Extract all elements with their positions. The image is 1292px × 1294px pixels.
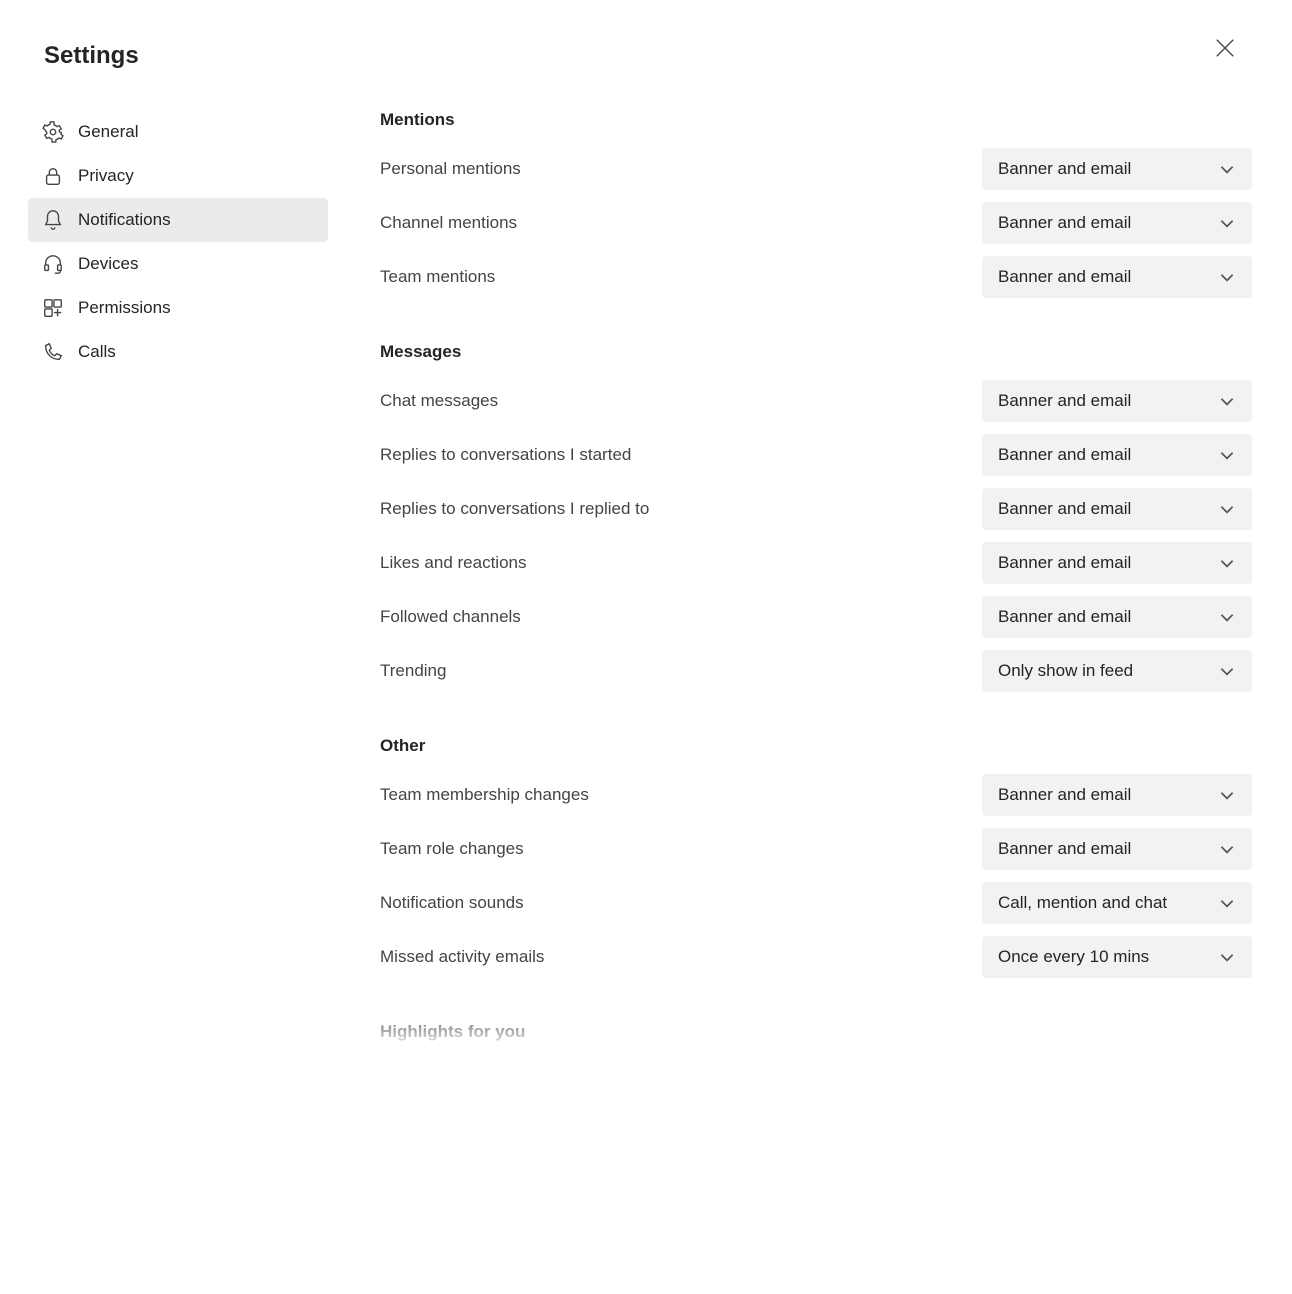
chevron-down-icon xyxy=(1218,608,1236,626)
dropdown-team-mentions[interactable]: Banner and email xyxy=(982,256,1252,298)
dropdown-value: Banner and email xyxy=(998,445,1131,465)
setting-row: Personal mentions Banner and email xyxy=(380,142,1252,196)
setting-row: Team role changes Banner and email xyxy=(380,822,1252,876)
sidebar-item-label: Devices xyxy=(78,254,138,274)
chevron-down-icon xyxy=(1218,160,1236,178)
sidebar-item-calls[interactable]: Calls xyxy=(28,330,328,374)
dropdown-value: Only show in feed xyxy=(998,661,1133,681)
dropdown-value: Banner and email xyxy=(998,553,1131,573)
setting-label: Followed channels xyxy=(380,607,521,627)
dropdown-value: Once every 10 mins xyxy=(998,947,1149,967)
setting-label: Replies to conversations I started xyxy=(380,445,631,465)
headset-icon xyxy=(42,253,64,275)
dropdown-trending[interactable]: Only show in feed xyxy=(982,650,1252,692)
setting-row: Notification sounds Call, mention and ch… xyxy=(380,876,1252,930)
dropdown-replies-replied[interactable]: Banner and email xyxy=(982,488,1252,530)
sidebar-item-notifications[interactable]: Notifications xyxy=(28,198,328,242)
dropdown-likes-reactions[interactable]: Banner and email xyxy=(982,542,1252,584)
dropdown-value: Banner and email xyxy=(998,159,1131,179)
setting-row: Replies to conversations I replied to Ba… xyxy=(380,482,1252,536)
setting-label: Missed activity emails xyxy=(380,947,544,967)
sidebar-item-label: General xyxy=(78,122,138,142)
section-title-highlights: Highlights for you xyxy=(380,1022,1252,1042)
dropdown-channel-mentions[interactable]: Banner and email xyxy=(982,202,1252,244)
setting-label: Team role changes xyxy=(380,839,524,859)
lock-icon xyxy=(42,165,64,187)
sidebar-item-label: Notifications xyxy=(78,210,171,230)
settings-content: Mentions Personal mentions Banner and em… xyxy=(328,110,1252,1050)
chevron-down-icon xyxy=(1218,214,1236,232)
sidebar-item-privacy[interactable]: Privacy xyxy=(28,154,328,198)
chevron-down-icon xyxy=(1218,554,1236,572)
chevron-down-icon xyxy=(1218,392,1236,410)
chevron-down-icon xyxy=(1218,786,1236,804)
setting-label: Trending xyxy=(380,661,446,681)
setting-row: Chat messages Banner and email xyxy=(380,374,1252,428)
dropdown-value: Banner and email xyxy=(998,391,1131,411)
setting-row: Replies to conversations I started Banne… xyxy=(380,428,1252,482)
setting-label: Replies to conversations I replied to xyxy=(380,499,649,519)
close-button[interactable] xyxy=(1216,40,1234,58)
section-title-messages: Messages xyxy=(380,342,1252,362)
chevron-down-icon xyxy=(1218,894,1236,912)
chevron-down-icon xyxy=(1218,446,1236,464)
dropdown-value: Call, mention and chat xyxy=(998,893,1167,913)
setting-label: Team mentions xyxy=(380,267,495,287)
dropdown-replies-started[interactable]: Banner and email xyxy=(982,434,1252,476)
section-title-other: Other xyxy=(380,736,1252,756)
chevron-down-icon xyxy=(1218,500,1236,518)
dropdown-chat-messages[interactable]: Banner and email xyxy=(982,380,1252,422)
dropdown-missed-activity[interactable]: Once every 10 mins xyxy=(982,936,1252,978)
section-title-mentions: Mentions xyxy=(380,110,1252,130)
call-icon xyxy=(42,341,64,363)
dropdown-personal-mentions[interactable]: Banner and email xyxy=(982,148,1252,190)
settings-sidebar: General Privacy Notifi xyxy=(28,110,328,374)
setting-label: Personal mentions xyxy=(380,159,521,179)
sidebar-item-devices[interactable]: Devices xyxy=(28,242,328,286)
dropdown-value: Banner and email xyxy=(998,213,1131,233)
setting-row: Likes and reactions Banner and email xyxy=(380,536,1252,590)
sidebar-item-label: Permissions xyxy=(78,298,171,318)
sidebar-item-general[interactable]: General xyxy=(28,110,328,154)
page-title: Settings xyxy=(44,42,1252,70)
setting-label: Chat messages xyxy=(380,391,498,411)
setting-row: Team mentions Banner and email xyxy=(380,250,1252,304)
dropdown-value: Banner and email xyxy=(998,607,1131,627)
setting-label: Likes and reactions xyxy=(380,553,526,573)
chevron-down-icon xyxy=(1218,840,1236,858)
dropdown-notification-sounds[interactable]: Call, mention and chat xyxy=(982,882,1252,924)
sidebar-item-label: Calls xyxy=(78,342,116,362)
dropdown-team-membership[interactable]: Banner and email xyxy=(982,774,1252,816)
close-icon xyxy=(1216,39,1234,60)
sidebar-item-permissions[interactable]: Permissions xyxy=(28,286,328,330)
setting-row: Team membership changes Banner and email xyxy=(380,768,1252,822)
gear-icon xyxy=(42,121,64,143)
dropdown-value: Banner and email xyxy=(998,839,1131,859)
setting-row: Followed channels Banner and email xyxy=(380,590,1252,644)
setting-label: Channel mentions xyxy=(380,213,517,233)
dropdown-followed-channels[interactable]: Banner and email xyxy=(982,596,1252,638)
chevron-down-icon xyxy=(1218,268,1236,286)
dropdown-value: Banner and email xyxy=(998,267,1131,287)
chevron-down-icon xyxy=(1218,948,1236,966)
setting-label: Notification sounds xyxy=(380,893,524,913)
dropdown-value: Banner and email xyxy=(998,499,1131,519)
sidebar-item-label: Privacy xyxy=(78,166,134,186)
setting-row: Missed activity emails Once every 10 min… xyxy=(380,930,1252,984)
setting-label: Team membership changes xyxy=(380,785,589,805)
setting-row: Channel mentions Banner and email xyxy=(380,196,1252,250)
dropdown-team-role[interactable]: Banner and email xyxy=(982,828,1252,870)
chevron-down-icon xyxy=(1218,662,1236,680)
dropdown-value: Banner and email xyxy=(998,785,1131,805)
apps-icon xyxy=(42,297,64,319)
bell-icon xyxy=(42,209,64,231)
setting-row: Trending Only show in feed xyxy=(380,644,1252,698)
